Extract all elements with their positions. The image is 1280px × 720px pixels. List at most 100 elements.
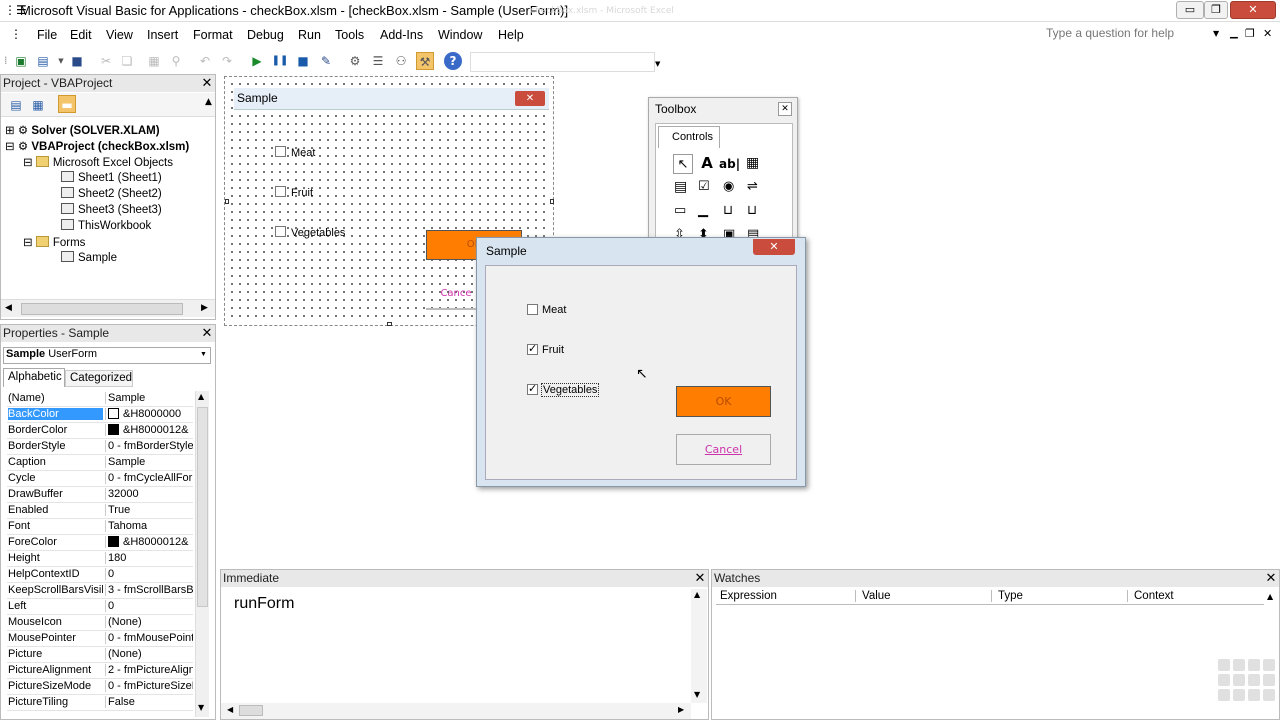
cut-icon[interactable]: ✂ <box>97 52 115 70</box>
togglebutton-tool-icon[interactable]: ⇌ <box>747 179 758 194</box>
cancel-button[interactable]: Cancel <box>676 434 771 465</box>
property-row[interactable]: BorderColor &H8000012& <box>7 423 193 439</box>
menu-insert[interactable]: Insert <box>147 28 178 42</box>
property-row[interactable]: PictureTiling False <box>7 695 193 711</box>
restore-button[interactable]: ❐ <box>1204 1 1228 19</box>
property-value[interactable]: &H8000012& <box>105 536 193 548</box>
menu-debug[interactable]: Debug <box>247 28 284 42</box>
property-row[interactable]: Enabled True <box>7 503 193 519</box>
property-value[interactable]: 3 - fmScrollBarsBo <box>105 584 193 596</box>
property-value[interactable]: 0 - fmBorderStyleN <box>105 440 193 452</box>
property-value[interactable]: (None) <box>105 648 193 660</box>
property-value[interactable]: &H8000000 <box>105 408 193 420</box>
menu-window[interactable]: Window <box>438 28 482 42</box>
column-expression[interactable]: Expression <box>720 590 856 602</box>
designer-close-icon[interactable]: ✕ <box>515 91 545 106</box>
property-row[interactable]: Cycle 0 - fmCycleAllForm <box>7 471 193 487</box>
close-window-button[interactable]: ✕ <box>1230 1 1276 19</box>
scroll-down-icon[interactable]: ▼ <box>694 690 700 699</box>
tab-controls[interactable]: Controls <box>658 126 720 148</box>
help-search-input[interactable]: Type a question for help <box>1046 26 1226 44</box>
designer-checkbox-vegetables[interactable] <box>275 226 286 237</box>
help-dropdown-icon[interactable]: ▼ <box>1213 29 1219 38</box>
scroll-up-icon[interactable]: ▲ <box>694 590 700 599</box>
immediate-vscrollbar[interactable]: ▲ ▼ <box>691 589 707 703</box>
property-row[interactable]: MousePointer 0 - fmMousePointe <box>7 631 193 647</box>
tree-node-vbaproject[interactable]: ⊟ ⚙ VBAProject (checkBox.xlsm) <box>5 139 189 153</box>
resize-handle[interactable] <box>387 322 392 326</box>
tree-node-sheet2[interactable]: Sheet2 (Sheet2) <box>61 187 162 200</box>
menu-run[interactable]: Run <box>298 28 321 42</box>
commandbutton-tool-icon[interactable]: ▁ <box>698 203 708 218</box>
scroll-up-icon[interactable]: ▲ <box>198 392 204 401</box>
checkbox-label-vegetables[interactable]: Vegetables <box>541 383 600 397</box>
property-value[interactable]: True <box>105 504 193 516</box>
property-row[interactable]: Caption Sample <box>7 455 193 471</box>
tabstrip-tool-icon[interactable]: ⊔ <box>723 203 733 218</box>
menu-view[interactable]: View <box>106 28 133 42</box>
immediate-hscrollbar[interactable]: ◀ ▶ <box>221 703 691 719</box>
checkbox-label-meat[interactable]: Meat <box>542 304 566 316</box>
menu-tools[interactable]: Tools <box>335 28 364 42</box>
property-value[interactable]: &H8000012& <box>105 424 193 436</box>
ok-button[interactable]: OK <box>676 386 771 417</box>
mdi-minimize-icon[interactable]: ▁ <box>1230 28 1238 39</box>
scroll-right-icon[interactable]: ▶ <box>678 705 684 714</box>
property-value[interactable]: Tahoma <box>105 520 193 532</box>
scroll-down-icon[interactable]: ▼ <box>198 703 204 712</box>
project-scroll-up-icon[interactable]: ▲ <box>205 97 212 107</box>
mdi-restore-icon[interactable]: ❐ <box>1245 27 1255 40</box>
collapse-icon[interactable]: ⊟ <box>23 157 33 169</box>
listbox-tool-icon[interactable]: ▦ <box>746 155 759 171</box>
help-icon[interactable]: ? <box>444 52 462 70</box>
property-row[interactable]: ForeColor &H8000012& <box>7 535 193 551</box>
property-value[interactable]: (None) <box>105 616 193 628</box>
property-value[interactable]: Sample <box>105 392 193 404</box>
resize-handle[interactable] <box>225 199 229 204</box>
view-object-icon[interactable]: ▦ <box>29 96 47 114</box>
tree-node-solver[interactable]: ⊞ ⚙ Solver (SOLVER.XLAM) <box>5 123 160 137</box>
scroll-right-icon[interactable]: ▶ <box>201 303 208 313</box>
column-context[interactable]: Context <box>1130 590 1260 602</box>
toolbar-options-icon[interactable]: ▼ <box>655 60 660 68</box>
minimize-button[interactable]: ▭ <box>1176 1 1204 19</box>
tree-node-sample[interactable]: Sample <box>61 251 117 264</box>
column-type[interactable]: Type <box>994 590 1128 602</box>
menu-addins[interactable]: Add-Ins <box>380 28 423 42</box>
project-close-icon[interactable]: ✕ <box>200 77 214 91</box>
tab-alphabetic[interactable]: Alphabetic <box>3 368 65 387</box>
scroll-up-icon[interactable]: ▲ <box>1267 592 1273 601</box>
tree-node-excel-objects[interactable]: ⊟ Microsoft Excel Objects <box>23 155 173 169</box>
break-icon[interactable]: ❚❚ <box>271 52 289 70</box>
tree-node-sheet3[interactable]: Sheet3 (Sheet3) <box>61 203 162 216</box>
run-icon[interactable]: ▶ <box>248 52 266 70</box>
undo-icon[interactable]: ↶ <box>196 52 214 70</box>
excel-view-icon[interactable]: ▣ <box>12 52 30 70</box>
tree-node-forms[interactable]: ⊟ Forms <box>23 235 85 249</box>
scroll-left-icon[interactable]: ◀ <box>5 303 12 313</box>
properties-vscrollbar[interactable]: ▲ ▼ <box>195 391 209 717</box>
menu-format[interactable]: Format <box>193 28 233 42</box>
property-row[interactable]: Left 0 <box>7 599 193 615</box>
property-row[interactable]: HelpContextID 0 <box>7 567 193 583</box>
textbox-tool-icon[interactable]: ab| <box>719 157 740 171</box>
property-row[interactable]: Picture (None) <box>7 647 193 663</box>
property-row[interactable]: DrawBuffer 32000 <box>7 487 193 503</box>
toggle-folders-icon[interactable]: ▬ <box>58 95 76 113</box>
expand-icon[interactable]: ⊞ <box>5 125 15 137</box>
object-browser-icon[interactable]: ⚇ <box>392 52 410 70</box>
scroll-thumb[interactable] <box>21 303 183 315</box>
property-row[interactable]: PictureSizeMode 0 - fmPictureSizeM <box>7 679 193 695</box>
property-value[interactable]: 0 - fmPictureSizeM <box>105 680 193 692</box>
property-value[interactable]: 0 <box>105 568 193 580</box>
mdi-close-icon[interactable]: ✕ <box>1263 27 1272 40</box>
property-row[interactable]: BackColor &H8000000 <box>7 407 193 423</box>
designer-checkbox-fruit[interactable] <box>275 186 286 197</box>
menu-help[interactable]: Help <box>498 28 524 42</box>
property-value[interactable]: 32000 <box>105 488 193 500</box>
property-value[interactable]: False <box>105 696 193 708</box>
view-code-icon[interactable]: ▤ <box>7 96 25 114</box>
menu-edit[interactable]: Edit <box>70 28 92 42</box>
toolbox-toggle-icon[interactable]: ⚒ <box>416 52 434 70</box>
project-explorer-icon[interactable]: ⚙ <box>346 52 364 70</box>
